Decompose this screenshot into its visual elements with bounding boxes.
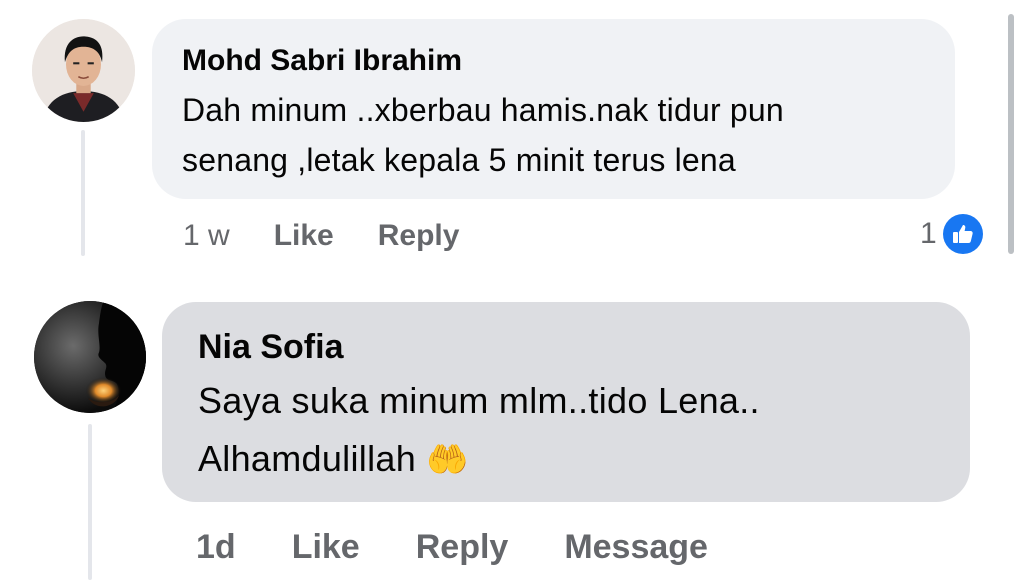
comment-bubble[interactable]: Nia Sofia Saya suka minum mlm..tido Lena… — [162, 302, 970, 502]
comment-timestamp[interactable]: 1 w — [183, 219, 230, 253]
praying-hands-emoji: 🤲 — [426, 440, 469, 480]
person-avatar-image — [32, 19, 135, 122]
avatar[interactable] — [34, 301, 146, 413]
reply-button[interactable]: Reply — [416, 528, 509, 567]
comment-text-line: Dah minum ..xberbau hamis.nak tidur pun — [182, 92, 784, 128]
comments-section: Mohd Sabri Ibrahim Dah minum ..xberbau h… — [0, 0, 1024, 580]
comment-actions: 1 w Like Reply — [183, 214, 459, 258]
reply-button[interactable]: Reply — [378, 219, 460, 253]
reaction-summary[interactable]: 1 — [920, 212, 983, 256]
scrollbar[interactable] — [1008, 14, 1014, 254]
comment-bubble[interactable]: Mohd Sabri Ibrahim Dah minum ..xberbau h… — [152, 19, 955, 199]
thread-line — [88, 424, 92, 580]
avatar[interactable] — [32, 19, 135, 122]
thread-line — [81, 130, 85, 256]
comment-text-line: Alhamdulillah 🤲 — [198, 430, 934, 489]
comment-author[interactable]: Mohd Sabri Ibrahim — [182, 43, 925, 79]
silhouette-avatar-image — [34, 301, 146, 413]
message-button[interactable]: Message — [564, 528, 708, 567]
comment-text-line: Saya suka minum mlm..tido Lena.. — [198, 380, 760, 421]
reaction-count: 1 — [920, 217, 937, 250]
like-button[interactable]: Like — [274, 219, 334, 253]
comment-text-fragment: Alhamdulillah — [198, 438, 417, 479]
comment-actions: 1d Like Reply Message — [196, 522, 708, 572]
comment-author[interactable]: Nia Sofia — [198, 326, 934, 368]
thumbs-up-icon — [942, 214, 983, 254]
comment-timestamp[interactable]: 1d — [196, 528, 236, 567]
like-button[interactable]: Like — [292, 528, 360, 567]
comment-text-line: senang ,letak kepala 5 minit terus lena — [182, 142, 736, 178]
